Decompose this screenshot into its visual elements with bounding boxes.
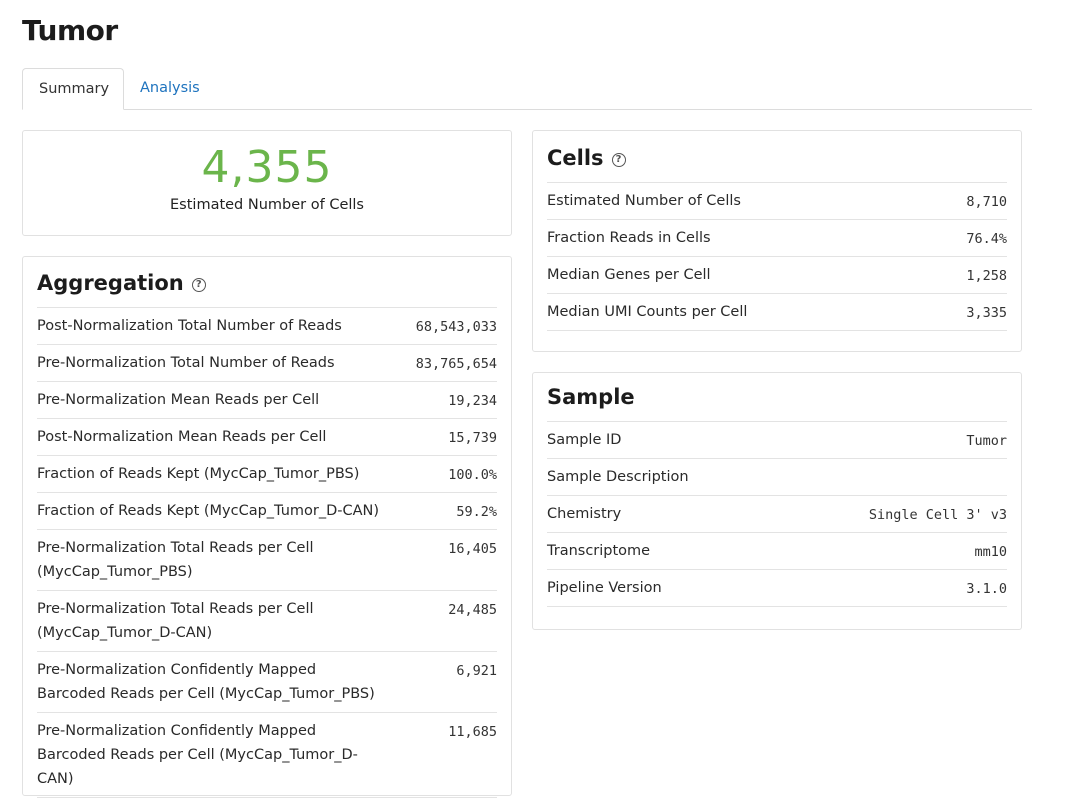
metric-label: Pre-Normalization Total Number of Reads [37,344,382,382]
question-circle-icon[interactable]: ? [191,277,206,292]
metric-label: Fraction of Reads Kept (MycCap_Tumor_D-C… [37,492,382,530]
table-row: Pipeline Version 3.1.0 [547,569,1007,607]
table-row: Estimated Number of Cells 8,710 [547,182,1007,220]
metric-label: Transcriptome [547,532,780,570]
table-row: Fraction Reads in Cells 76.4% [547,219,1007,257]
aggregation-heading: Aggregation ? [37,271,497,295]
table-row: Median Genes per Cell 1,258 [547,256,1007,294]
metric-value: 59.2% [382,492,497,530]
tab-summary[interactable]: Summary [22,68,124,110]
table-row: Pre-Normalization Confidently Mapped Bar… [37,651,497,713]
table-row: Fraction of Reads Kept (MycCap_Tumor_PBS… [37,455,497,493]
metric-value: mm10 [779,532,1007,570]
table-row: Fraction of Reads Kept (MycCap_Tumor_D-C… [37,492,497,530]
table-row: Pre-Normalization Total Number of Reads … [37,344,497,382]
metric-label: Sample Description [547,458,780,496]
metric-value: 15,739 [382,418,497,456]
table-row: Sample Description [547,458,1007,496]
metric-label: Median UMI Counts per Cell [547,293,930,331]
table-row: Transcriptome mm10 [547,532,1007,570]
metric-label: Post-Normalization Total Number of Reads [37,307,382,345]
tab-analysis[interactable]: Analysis [124,68,216,109]
metric-value: 24,485 [382,590,497,652]
metric-label: Pre-Normalization Total Reads per Cell (… [37,590,382,652]
metric-value: 8,710 [929,182,1007,220]
sample-title: Sample [547,385,635,409]
metric-label: Estimated Number of Cells [547,182,930,220]
estimated-cells-label: Estimated Number of Cells [170,197,364,213]
metric-label: Pre-Normalization Total Reads per Cell (… [37,529,382,591]
estimated-cells-card: 4,355 Estimated Number of Cells [22,130,512,236]
question-circle-icon[interactable]: ? [611,152,626,167]
metric-value: 83,765,654 [382,344,497,382]
table-row: Post-Normalization Total Number of Reads… [37,307,497,345]
cells-card: Cells ? Estimated Number of Cells 8,710 … [532,130,1022,352]
metric-value: 3.1.0 [779,569,1007,607]
metric-label: Pre-Normalization Mean Reads per Cell [37,381,382,419]
sample-card: Sample Sample ID Tumor Sample Descriptio… [532,372,1022,630]
aggregation-card: Aggregation ? Post-Normalization Total N… [22,256,512,798]
metric-value: 68,543,033 [382,307,497,345]
metric-value: 19,234 [382,381,497,419]
aggregation-title: Aggregation [37,271,184,295]
metric-label: Sample ID [547,421,780,459]
table-row: Chemistry Single Cell 3' v3 [547,495,1007,533]
sample-heading: Sample [547,385,1007,409]
metric-value: Tumor [779,421,1007,459]
aggregation-table: Post-Normalization Total Number of Reads… [37,307,497,798]
metric-value: 76.4% [929,219,1007,257]
metric-label: Pre-Normalization Confidently Mapped Bar… [37,712,382,798]
cells-heading: Cells ? [547,146,1007,170]
metric-value: 11,685 [382,712,497,798]
metric-value [779,458,1007,496]
sample-table: Sample ID Tumor Sample Description Chemi… [547,421,1007,607]
page-title: Tumor [22,14,118,47]
metric-value: 100.0% [382,455,497,493]
table-row: Sample ID Tumor [547,421,1007,459]
metric-label: Pipeline Version [547,569,780,607]
cells-table: Estimated Number of Cells 8,710 Fraction… [547,182,1007,331]
table-row: Pre-Normalization Total Reads per Cell (… [37,529,497,591]
metric-label: Median Genes per Cell [547,256,930,294]
metric-value: 6,921 [382,651,497,713]
table-row: Median UMI Counts per Cell 3,335 [547,293,1007,331]
table-row: Post-Normalization Mean Reads per Cell 1… [37,418,497,456]
metric-label: Pre-Normalization Confidently Mapped Bar… [37,651,382,713]
cells-title: Cells [547,146,604,170]
estimated-cells-value: 4,355 [201,142,333,193]
metric-label: Chemistry [547,495,780,533]
metric-label: Fraction Reads in Cells [547,219,930,257]
table-row: Pre-Normalization Mean Reads per Cell 19… [37,381,497,419]
metric-value: Single Cell 3' v3 [779,495,1007,533]
table-row: Pre-Normalization Confidently Mapped Bar… [37,712,497,798]
metric-value: 1,258 [929,256,1007,294]
tab-bar: Summary Analysis [22,68,1032,110]
metric-label: Fraction of Reads Kept (MycCap_Tumor_PBS… [37,455,382,493]
metric-value: 16,405 [382,529,497,591]
metric-label: Post-Normalization Mean Reads per Cell [37,418,382,456]
table-row: Pre-Normalization Total Reads per Cell (… [37,590,497,652]
metric-value: 3,335 [929,293,1007,331]
